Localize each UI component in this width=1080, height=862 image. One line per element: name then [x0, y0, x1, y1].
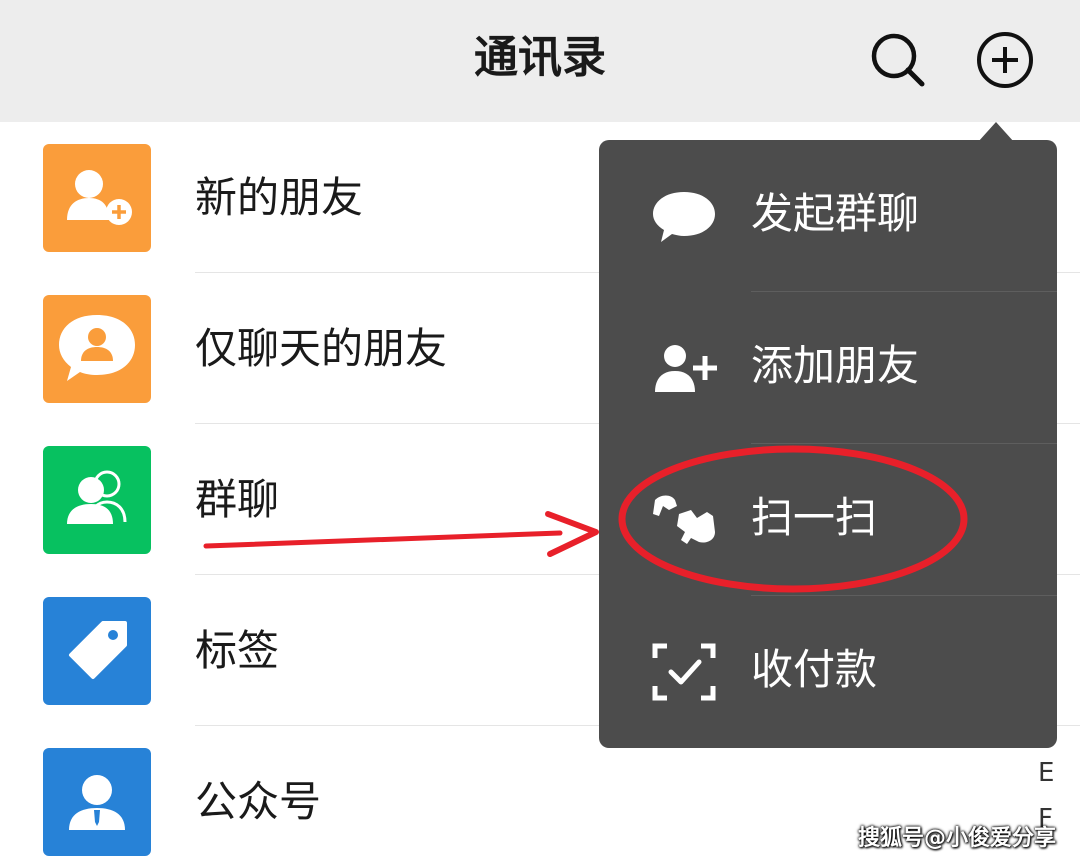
popup-arrow	[978, 122, 1014, 142]
menu-item-money[interactable]: 收付款	[599, 596, 1057, 748]
search-icon	[871, 33, 925, 87]
tag-icon	[43, 597, 151, 705]
group-chat-icon	[43, 446, 151, 554]
add-person-icon	[651, 338, 717, 398]
plus-circle-icon	[977, 32, 1033, 88]
list-item-label: 仅聊天的朋友	[195, 324, 448, 373]
index-letter[interactable]: E	[1038, 758, 1054, 788]
menu-item-add-friends[interactable]: 添加朋友	[599, 292, 1057, 444]
list-item-label: 新的朋友	[195, 173, 364, 222]
payment-scan-icon	[651, 642, 717, 702]
list-item-label: 群聊	[195, 475, 280, 524]
menu-item-label: 发起群聊	[751, 189, 920, 238]
menu-item-label: 添加朋友	[751, 341, 920, 390]
menu-item-label: 收付款	[751, 645, 878, 694]
scan-icon	[651, 490, 717, 550]
list-item-label: 公众号	[195, 777, 322, 826]
menu-item-label: 扫一扫	[751, 493, 878, 542]
add-friend-icon	[43, 144, 151, 252]
search-button[interactable]	[866, 28, 930, 92]
add-button[interactable]	[973, 28, 1037, 92]
watermark: 搜狐号@小俊爱分享	[857, 826, 1056, 851]
chat-only-friend-icon	[43, 295, 151, 403]
list-item-label: 标签	[195, 626, 280, 675]
popup-menu: 发起群聊 添加朋友 扫一扫 收付款	[599, 140, 1057, 748]
chat-bubble-icon	[651, 186, 717, 246]
menu-item-start-group-chat[interactable]: 发起群聊	[599, 140, 1057, 292]
official-account-icon	[43, 748, 151, 856]
menu-item-scan[interactable]: 扫一扫	[599, 444, 1057, 596]
header-bar: 通讯录	[0, 0, 1080, 122]
